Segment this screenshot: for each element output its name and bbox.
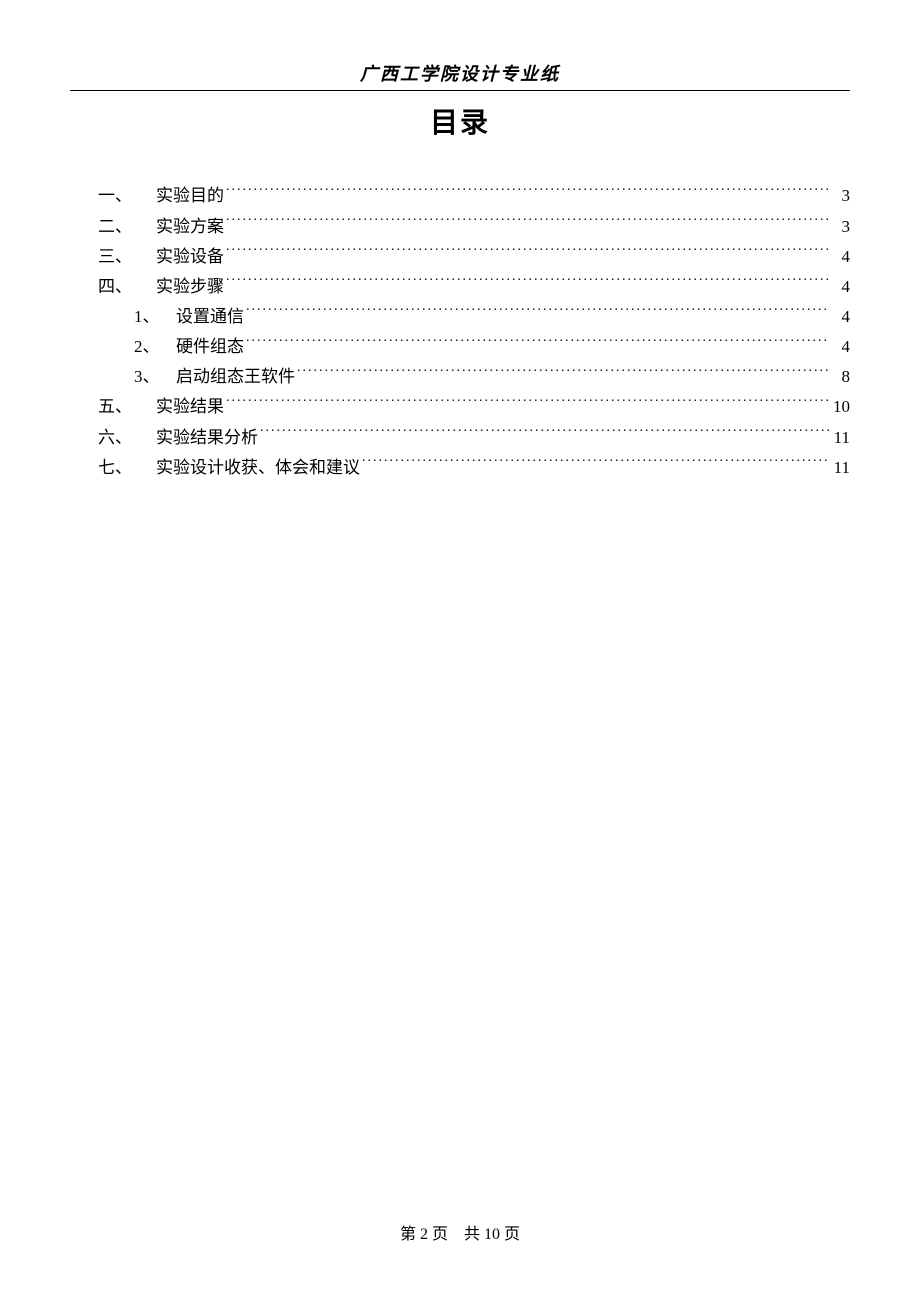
toc-leader-dots xyxy=(226,392,830,412)
toc-subentry: 1、 设置通信 4 xyxy=(98,302,850,332)
toc-number: 二、 xyxy=(98,212,156,242)
toc-number: 1、 xyxy=(134,302,176,332)
toc-page-number: 4 xyxy=(832,302,850,332)
toc-page-number: 3 xyxy=(832,212,850,242)
toc-entry: 一、 实验目的 3 xyxy=(98,181,850,211)
toc-entry: 六、 实验结果分析 11 xyxy=(98,422,850,452)
toc-text: 实验设备 xyxy=(156,242,224,272)
toc-page-number: 3 xyxy=(832,181,850,211)
toc-page-number: 10 xyxy=(832,392,850,422)
toc-leader-dots xyxy=(226,211,830,231)
toc-entry: 五、 实验结果 10 xyxy=(98,392,850,422)
toc-text: 实验目的 xyxy=(156,181,224,211)
toc-leader-dots xyxy=(246,302,830,322)
toc-text: 实验方案 xyxy=(156,212,224,242)
toc-leader-dots xyxy=(226,241,830,261)
toc-number: 三、 xyxy=(98,242,156,272)
toc-number: 3、 xyxy=(134,362,176,392)
toc-text: 启动组态王软件 xyxy=(176,362,295,392)
toc-list: 一、 实验目的 3 二、 实验方案 3 三、 实验设备 4 四、 实验步骤 4 … xyxy=(70,181,850,482)
toc-entry: 二、 实验方案 3 xyxy=(98,211,850,241)
toc-text: 实验步骤 xyxy=(156,272,224,302)
toc-page-number: 4 xyxy=(832,332,850,362)
toc-text: 设置通信 xyxy=(176,302,244,332)
toc-text: 实验结果分析 xyxy=(156,423,258,453)
toc-leader-dots xyxy=(226,181,830,201)
document-page: 广西工学院设计专业纸 目录 一、 实验目的 3 二、 实验方案 3 三、 实验设… xyxy=(0,0,920,1302)
toc-page-number: 4 xyxy=(832,272,850,302)
toc-text: 硬件组态 xyxy=(176,332,244,362)
toc-entry: 七、 实验设计收获、体会和建议 11 xyxy=(98,452,850,482)
toc-page-number: 11 xyxy=(832,453,850,483)
toc-text: 实验结果 xyxy=(156,392,224,422)
toc-text: 实验设计收获、体会和建议 xyxy=(156,453,360,483)
toc-entry: 四、 实验步骤 4 xyxy=(98,271,850,301)
toc-entry: 三、 实验设备 4 xyxy=(98,241,850,271)
toc-number: 四、 xyxy=(98,272,156,302)
toc-page-number: 8 xyxy=(832,362,850,392)
toc-leader-dots xyxy=(246,332,830,352)
toc-leader-dots xyxy=(297,362,830,382)
toc-title: 目录 xyxy=(70,101,850,141)
toc-number: 七、 xyxy=(98,453,156,483)
page-header: 广西工学院设计专业纸 xyxy=(70,60,850,91)
toc-number: 一、 xyxy=(98,181,156,211)
page-footer: 第 2 页 共 10 页 xyxy=(0,1220,920,1244)
toc-leader-dots xyxy=(226,271,830,291)
toc-page-number: 11 xyxy=(832,423,850,453)
toc-subentry: 3、 启动组态王软件 8 xyxy=(98,362,850,392)
toc-page-number: 4 xyxy=(832,242,850,272)
toc-subentry: 2、 硬件组态 4 xyxy=(98,332,850,362)
toc-number: 六、 xyxy=(98,423,156,453)
toc-number: 2、 xyxy=(134,332,176,362)
toc-number: 五、 xyxy=(98,392,156,422)
toc-leader-dots xyxy=(362,452,830,472)
toc-leader-dots xyxy=(260,422,830,442)
